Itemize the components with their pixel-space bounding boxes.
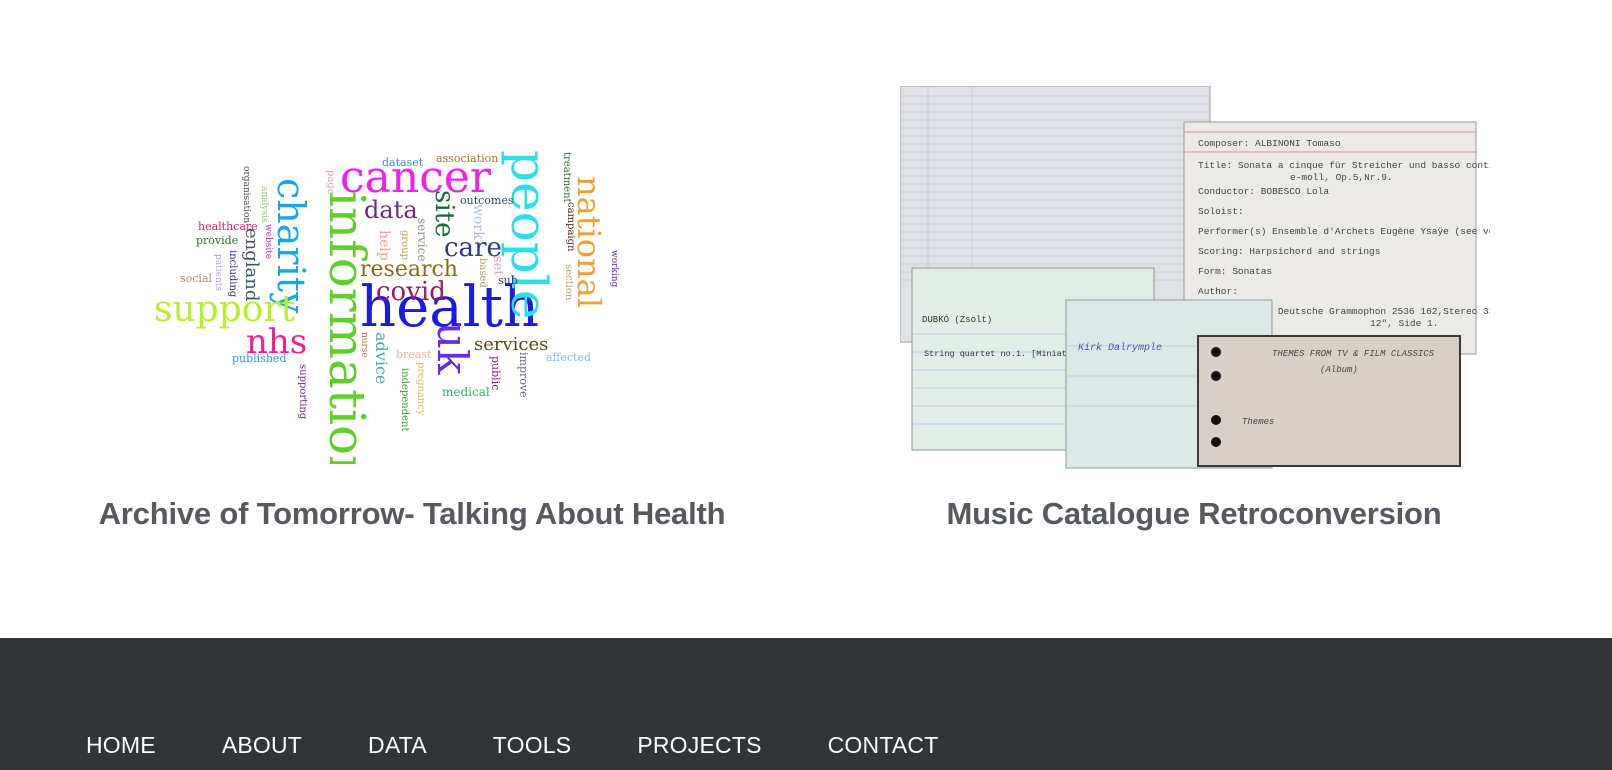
wc-word: uk [428, 322, 477, 375]
wc-word: section [563, 264, 574, 301]
wc-word: supporting [297, 364, 308, 420]
wc-word: group [399, 230, 410, 260]
site-footer: HOME ABOUT DATA TOOLS PROJECTS CONTACT [0, 638, 1612, 770]
card-line: e-moll, Op.5,Nr.9. [1290, 172, 1393, 183]
wc-word: work [470, 204, 486, 240]
card-line: Scoring: Harpsichord and strings [1198, 246, 1380, 257]
card-line: Author: [1198, 286, 1238, 297]
wc-word: covid [376, 277, 446, 307]
wc-word: affected [546, 351, 591, 364]
wc-word: improve [517, 352, 530, 398]
wc-word: medical [442, 385, 490, 399]
wc-word: website [263, 224, 273, 259]
wc-word: people [500, 150, 558, 319]
project-title[interactable]: Music Catalogue Retroconversion [824, 496, 1564, 532]
wc-word: based [477, 258, 488, 288]
footer-nav: HOME ABOUT DATA TOOLS PROJECTS CONTACT [86, 732, 1004, 759]
wc-word: nurse [359, 332, 369, 358]
wc-word: data [364, 196, 418, 224]
card-line: (Album) [1320, 365, 1358, 375]
wc-word: advice [372, 332, 391, 384]
card-line: 12", Side 1. [1370, 318, 1438, 329]
wc-word: patients [213, 254, 223, 291]
wc-word: breast [396, 348, 432, 361]
wc-word: public [489, 356, 502, 390]
card-line: Kirk Dalrymple [1078, 342, 1162, 354]
projects-grid: health information cancer people charity… [0, 0, 1612, 638]
wc-word: association [436, 152, 498, 165]
card-line: Composer: ALBINONI Tomaso [1198, 138, 1341, 149]
wc-word: independent [399, 368, 410, 432]
wc-word: site [429, 190, 459, 238]
wc-word: analysis [259, 186, 269, 223]
card-line: Themes [1242, 417, 1274, 427]
card-line: Title: Sonata a cinque für Streicher und… [1198, 160, 1490, 171]
catalogue-cards-image[interactable]: Composer: ALBINONI Tomaso Title: Sonata … [899, 85, 1518, 472]
wc-word: treatment [561, 152, 572, 203]
nav-data-link[interactable]: DATA [368, 732, 427, 759]
wc-word: published [232, 352, 286, 365]
wc-word: england [241, 228, 262, 301]
wc-word: service [415, 218, 429, 261]
wc-word: help [376, 230, 392, 261]
nav-home-link[interactable]: HOME [86, 732, 156, 759]
card-line: Conductor: BOBESCO Lola [1198, 186, 1329, 197]
wc-word: organisation [241, 166, 251, 223]
project-card-archive-of-tomorrow[interactable]: health information cancer people charity… [0, 0, 824, 560]
card-line: THEMES FROM TV & FILM CLASSICS [1272, 349, 1435, 359]
wc-word: services [474, 334, 548, 355]
wc-word: sub [498, 274, 518, 287]
wc-word: outcomes [460, 194, 514, 207]
wc-word: page [325, 170, 336, 195]
nav-tools-link[interactable]: TOOLS [493, 732, 572, 759]
card-line: Soloist: [1198, 206, 1244, 217]
wc-word: social [180, 272, 213, 285]
wc-word: provide [196, 234, 238, 247]
word-cloud-image[interactable]: health information cancer people charity… [150, 146, 650, 487]
card-line: Form: Sonatas [1198, 266, 1272, 277]
nav-projects-link[interactable]: PROJECTS [637, 732, 761, 759]
card-line: DUBKÓ (Zsolt) [922, 314, 992, 325]
wc-word: dataset [382, 156, 424, 169]
nav-contact-link[interactable]: CONTACT [828, 732, 939, 759]
wc-word: pregnancy [415, 362, 426, 416]
nav-about-link[interactable]: ABOUT [222, 732, 302, 759]
wc-word: including [227, 250, 238, 298]
project-card-music-catalogue[interactable]: Composer: ALBINONI Tomaso Title: Sonata … [824, 0, 1612, 560]
wc-word: campaign [565, 202, 576, 252]
card-line: Performer(s) Ensemble d'Archets Eugène Y… [1198, 226, 1490, 237]
project-title[interactable]: Archive of Tomorrow- Talking About Healt… [0, 496, 824, 532]
wc-word: information [318, 191, 376, 464]
wc-word: working [609, 250, 619, 288]
